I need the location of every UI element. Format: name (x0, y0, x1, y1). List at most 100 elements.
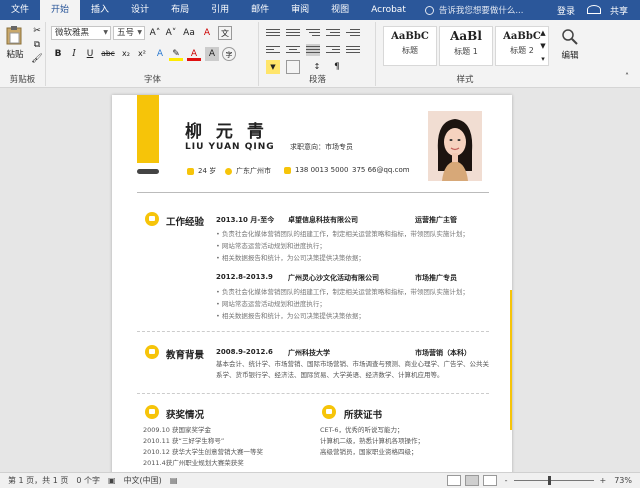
justify-icon[interactable] (306, 44, 320, 56)
tab-acrobat[interactable]: Acrobat (360, 0, 417, 20)
font-group-label: 字体 (143, 75, 161, 85)
find-icon[interactable] (559, 26, 581, 48)
tab-review[interactable]: 审阅 (280, 0, 320, 20)
borders-icon[interactable] (286, 60, 300, 74)
grow-font-button[interactable]: A˄ (148, 26, 162, 40)
cut-icon[interactable]: ✂ (30, 24, 44, 38)
yellow-accent-bar (137, 95, 159, 163)
age-text: 24 岁 (198, 167, 217, 175)
char-border-icon[interactable]: 文 (218, 26, 232, 40)
job-bullet: • 相关数据报告和统计，为公司决策提供决策依据； (216, 312, 365, 320)
page-count[interactable]: 第 1 页，共 1 页 (8, 475, 68, 486)
share-button[interactable]: 共享 (581, 4, 640, 17)
change-case-button[interactable]: Aa (182, 26, 196, 40)
award-item: 2009.10 获国家奖学金 (143, 426, 211, 434)
paste-label[interactable]: 粘贴 (2, 48, 28, 60)
multilevel-list-icon[interactable] (306, 27, 320, 39)
print-layout-button[interactable] (464, 475, 479, 486)
read-mode-button[interactable] (446, 475, 461, 486)
word-count[interactable]: 0 个字 (76, 475, 100, 486)
font-size-select[interactable]: 五号 ▼ (113, 26, 145, 40)
style-name: 标题 1 (454, 47, 478, 56)
login-link[interactable]: 登录 (551, 4, 581, 17)
edu-date: 2008.9-2012.6 (216, 348, 273, 356)
show-marks-icon[interactable]: ¶ (330, 60, 344, 74)
language[interactable]: 中文(中国) (124, 475, 162, 486)
shading-icon[interactable]: ▼ (266, 60, 280, 74)
job-bullet: • 负责社会化媒体营销团队的组建工作，制定相关运营策略和指标，带领团队实施计划； (216, 230, 469, 238)
font-color-icon[interactable]: A (187, 47, 201, 61)
styles-scroll-up-icon[interactable]: ▲ (537, 26, 549, 40)
zoom-in-button[interactable]: + (600, 476, 607, 485)
cert-item: 计算机二级，熟悉计算机各项操作； (320, 437, 424, 445)
zoom-level[interactable]: 73% (614, 476, 632, 485)
paste-button[interactable] (4, 24, 24, 46)
shrink-font-button[interactable]: A˅ (164, 26, 178, 40)
font-group: 微软雅黑 ▼ 五号 ▼ A˄ A˅ Aa A 文 B I U abc x₂ x² A… (47, 22, 259, 86)
document-area[interactable]: 柳 元 青 LIU YUAN QING 求职意向：市场专员 24 岁 广东广州市… (0, 89, 640, 472)
certificate-icon (322, 405, 336, 419)
tab-view[interactable]: 视图 (320, 0, 360, 20)
zoom-slider[interactable] (513, 476, 594, 485)
proofing-icon[interactable]: ▣ (108, 476, 116, 485)
styles-group: AaBbC 标题 AaBl 标题 1 AaBbC 标题 2 ▲ ▼ ▾ 样式 (377, 22, 553, 86)
edu-courses: 基本会计、统计学、市场营销、国际市场营销、市场调查与预测、商业心理学、广告学、公… (216, 360, 489, 379)
underline-button[interactable]: U (83, 47, 97, 61)
superscript-button[interactable]: x² (135, 47, 149, 61)
tab-file[interactable]: 文件 (0, 0, 40, 20)
bullets-icon[interactable] (266, 27, 280, 39)
align-center-icon[interactable] (286, 44, 300, 56)
job-bullet: • 网站常态运营活动规划和进度执行； (216, 300, 326, 308)
city-text: 广东广州市 (236, 167, 271, 175)
enclose-char-icon[interactable]: 字 (222, 47, 236, 61)
clear-format-button[interactable]: A (200, 26, 214, 40)
highlight-icon[interactable]: ✎ (169, 47, 183, 61)
style-sample: AaBl (450, 29, 482, 43)
strikethrough-button[interactable]: abc (99, 47, 117, 61)
tell-me-search[interactable]: 告诉我您想要做什么... (424, 4, 523, 16)
graduation-cap-icon (145, 345, 159, 359)
collapse-ribbon-icon[interactable]: ˄ (620, 70, 634, 84)
macro-icon[interactable]: ▤ (170, 476, 178, 485)
sort-icon[interactable]: ↕ (310, 60, 324, 74)
copy-icon[interactable]: ⧉ (30, 38, 44, 52)
tab-layout[interactable]: 布局 (160, 0, 200, 20)
resume-pinyin: LIU YUAN QING (185, 142, 275, 152)
subscript-button[interactable]: x₂ (119, 47, 133, 61)
bullet-text: 网站常态运营活动规划和进度执行； (221, 300, 326, 308)
format-painter-icon[interactable]: 🖌 (30, 52, 44, 66)
job-bullet: • 网站常态运营活动规划和进度执行； (216, 242, 326, 250)
styles-scroll-down-icon[interactable]: ▼ (537, 39, 549, 53)
trophy-icon (145, 405, 159, 419)
char-shading-icon[interactable]: A (205, 47, 219, 61)
align-right-icon[interactable] (326, 44, 340, 56)
edu-major: 市场营销（本科） (415, 349, 471, 357)
tab-design[interactable]: 设计 (120, 0, 160, 20)
font-name-select[interactable]: 微软雅黑 ▼ (51, 26, 111, 40)
increase-indent-icon[interactable] (346, 27, 360, 39)
zoom-out-button[interactable]: - (505, 476, 508, 485)
tab-insert[interactable]: 插入 (80, 0, 120, 20)
portrait-image (428, 111, 482, 181)
style-heading-1[interactable]: AaBl 标题 1 (439, 26, 493, 66)
tab-mailings[interactable]: 邮件 (240, 0, 280, 20)
style-title[interactable]: AaBbC 标题 (383, 26, 437, 66)
tab-references[interactable]: 引用 (200, 0, 240, 20)
editing-label[interactable]: 编辑 (555, 49, 585, 61)
job-date: 2012.8-2013.9 (216, 273, 273, 281)
document-page[interactable]: 柳 元 青 LIU YUAN QING 求职意向：市场专员 24 岁 广东广州市… (112, 95, 512, 472)
text-effects-icon[interactable]: A (153, 47, 167, 61)
decrease-indent-icon[interactable] (326, 27, 340, 39)
job-bullet: • 负责社会化媒体营销团队的组建工作，制定相关运营策略和指标，带领团队实施计划； (216, 288, 469, 296)
tab-home[interactable]: 开始 (40, 0, 81, 20)
line-spacing-icon[interactable] (346, 44, 360, 56)
italic-button[interactable]: I (67, 47, 81, 61)
cert-item: CET-6，优秀的听说写能力； (320, 426, 404, 434)
numbering-icon[interactable] (286, 27, 300, 39)
styles-more-icon[interactable]: ▾ (537, 52, 549, 66)
web-layout-button[interactable] (482, 475, 497, 486)
bullet-text: 相关数据报告和统计，为公司决策提供决策依据； (221, 254, 365, 262)
align-left-icon[interactable] (266, 44, 280, 56)
zoom-slider-knob[interactable] (547, 476, 551, 485)
bold-button[interactable]: B (51, 47, 65, 61)
